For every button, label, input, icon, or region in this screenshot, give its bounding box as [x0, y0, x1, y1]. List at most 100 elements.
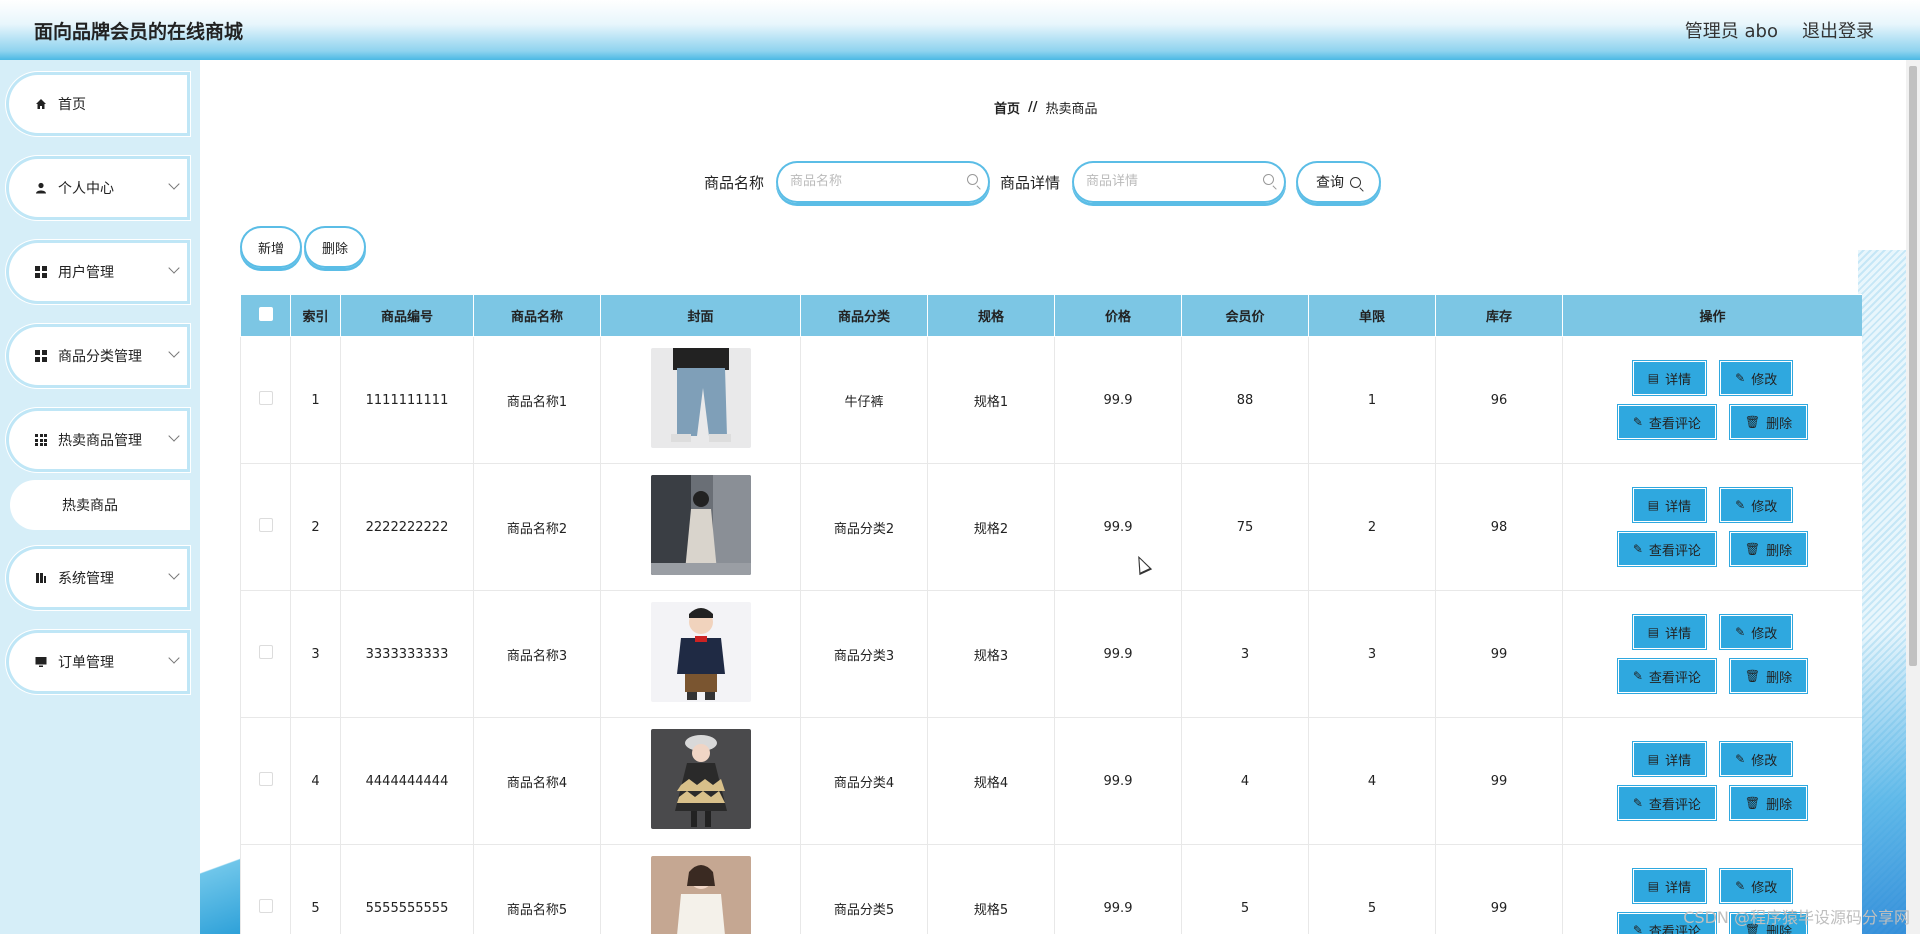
breadcrumb-home[interactable]: 首页: [994, 98, 1020, 117]
chart-icon: [34, 571, 48, 585]
cell-stock: 98: [1435, 463, 1563, 591]
detail-button[interactable]: ▤ 详情: [1632, 488, 1707, 522]
product-cover-image: [650, 602, 751, 702]
query-button[interactable]: 查询: [1296, 161, 1382, 203]
product-detail-field: [1072, 161, 1287, 203]
cell-index: 2: [290, 463, 341, 591]
edit-icon: ✎: [1632, 669, 1643, 683]
sidebar-item-orders[interactable]: 订单管理: [6, 630, 190, 694]
edit-button[interactable]: ✎ 修改: [1720, 488, 1793, 522]
product-name-label: 商品名称: [704, 173, 765, 192]
cell-name: 商品名称3: [473, 590, 601, 718]
edit-button[interactable]: ✎ 修改: [1720, 869, 1793, 903]
cell-category: 商品分类4: [800, 717, 928, 845]
delete-button[interactable]: 🗑 删除: [1729, 405, 1808, 439]
row-select-cell[interactable]: [240, 717, 291, 845]
sidebar-item-system[interactable]: 系统管理: [6, 546, 190, 610]
edit-button[interactable]: ✎ 修改: [1720, 742, 1793, 776]
add-button[interactable]: 新增: [240, 226, 303, 268]
detail-button[interactable]: ▤ 详情: [1632, 615, 1707, 649]
delete-button[interactable]: 🗑 删除: [1729, 659, 1808, 693]
detail-button[interactable]: ▤ 详情: [1632, 742, 1707, 776]
cell-name: 商品名称1: [473, 336, 601, 464]
cell-code: 4444444444: [340, 717, 474, 845]
row-select-cell[interactable]: [240, 844, 291, 934]
row-select-cell[interactable]: [240, 336, 291, 464]
sidebar-item-label: 个人中心: [58, 181, 114, 197]
search-icon: [1263, 174, 1275, 185]
row-checkbox[interactable]: [258, 518, 273, 532]
edit-button[interactable]: ✎ 修改: [1720, 615, 1793, 649]
cell-limit: 4: [1308, 717, 1436, 845]
sidebar-item-users[interactable]: 用户管理: [6, 240, 190, 304]
detail-button-label: 详情: [1665, 626, 1692, 642]
row-checkbox[interactable]: [258, 645, 273, 659]
edit-icon: ✎: [1735, 752, 1746, 766]
sidebar-item-personal[interactable]: 个人中心: [6, 156, 190, 220]
cell-name: 商品名称4: [473, 717, 601, 845]
table-row: 1 1111111111 商品名称1 牛仔裤 规格1 99.9 88 1 96 ▤ 详情 ✎ 修改 ✎ 查看…: [240, 336, 1862, 464]
cell-price: 99.9: [1054, 844, 1182, 934]
column-header: 会员价: [1181, 294, 1309, 337]
vertical-scrollbar[interactable]: [1906, 60, 1920, 934]
app-title: 面向品牌会员的在线商城: [34, 20, 244, 43]
cell-code: 2222222222: [340, 463, 474, 591]
admin-user-label[interactable]: 管理员 abo: [1685, 17, 1778, 43]
edit-button[interactable]: ✎ 修改: [1720, 361, 1793, 395]
cell-member-price: 88: [1181, 336, 1309, 464]
cell-member-price: 3: [1181, 590, 1309, 718]
row-select-cell[interactable]: [240, 590, 291, 718]
scrollbar-thumb[interactable]: [1909, 66, 1917, 666]
row-checkbox[interactable]: [258, 391, 273, 405]
sidebar-item-category[interactable]: 商品分类管理: [6, 324, 190, 388]
delete-button-label: 删除: [1766, 543, 1793, 559]
view-comments-button-label: 查看评论: [1648, 416, 1701, 432]
cell-cover: [600, 844, 801, 934]
chevron-down-icon: [168, 568, 180, 580]
edit-icon: ✎: [1735, 371, 1746, 385]
delete-button[interactable]: 🗑 删除: [1729, 786, 1808, 820]
detail-button-label: 详情: [1665, 753, 1692, 769]
cell-price: 99.9: [1054, 336, 1182, 464]
row-checkbox[interactable]: [258, 899, 273, 913]
view-comments-button[interactable]: ✎ 查看评论: [1617, 659, 1716, 693]
sidebar: 首页 个人中心 用户管理 商品分类管理 热卖商品管理 热卖商品 系统管理 订单管…: [0, 60, 200, 934]
trash-icon: 🗑: [1744, 542, 1761, 556]
delete-button[interactable]: 🗑 删除: [1729, 532, 1808, 566]
cell-member-price: 5: [1181, 844, 1309, 934]
cell-price: 99.9: [1054, 717, 1182, 845]
grid-icon: [34, 265, 48, 279]
view-comments-button[interactable]: ✎ 查看评论: [1617, 532, 1716, 566]
sidebar-item-label: 热卖商品管理: [58, 433, 142, 449]
view-comments-button[interactable]: ✎ 查看评论: [1617, 405, 1716, 439]
row-checkbox[interactable]: [258, 772, 273, 786]
sidebar-item-home[interactable]: 首页: [6, 72, 190, 136]
table-header-row: 索引 商品编号 商品名称 封面 商品分类 规格 价格 会员价 单限 库存 操作: [240, 294, 1862, 337]
sidebar-subitem-hot-products[interactable]: 热卖商品: [10, 480, 190, 530]
detail-button[interactable]: ▤ 详情: [1632, 361, 1707, 395]
cell-spec: 规格4: [927, 717, 1055, 845]
detail-button[interactable]: ▤ 详情: [1632, 869, 1707, 903]
cell-cover: [600, 463, 801, 591]
row-select-cell[interactable]: [240, 463, 291, 591]
select-all-checkbox[interactable]: [258, 306, 273, 321]
document-icon: ▤: [1647, 879, 1660, 893]
product-name-input[interactable]: [776, 161, 947, 201]
chevron-down-icon: [168, 430, 180, 442]
cell-limit: 3: [1308, 590, 1436, 718]
column-header: 封面: [600, 294, 801, 337]
view-comments-button[interactable]: ✎ 查看评论: [1617, 786, 1716, 820]
product-cover-image: [650, 348, 751, 448]
sidebar-item-hot-products[interactable]: 热卖商品管理: [6, 408, 190, 472]
table-toolbar: 新增 删除: [240, 226, 367, 268]
logout-link[interactable]: 退出登录: [1802, 17, 1874, 43]
product-name-field: [776, 161, 991, 203]
document-icon: ▤: [1647, 752, 1660, 766]
batch-delete-button[interactable]: 删除: [304, 226, 367, 268]
cell-operations: ▤ 详情 ✎ 修改 ✎ 查看评论 🗑 删除: [1562, 590, 1862, 718]
cell-spec: 规格1: [927, 336, 1055, 464]
product-detail-input[interactable]: [1072, 161, 1243, 201]
table-row: 4 4444444444 商品名称4 商品分类4 规格4 99.9 4 4 99 ▤ 详情 ✎ 修改 ✎ 查…: [240, 717, 1862, 845]
cell-stock: 99: [1435, 844, 1563, 934]
select-all-cell[interactable]: [240, 294, 291, 337]
